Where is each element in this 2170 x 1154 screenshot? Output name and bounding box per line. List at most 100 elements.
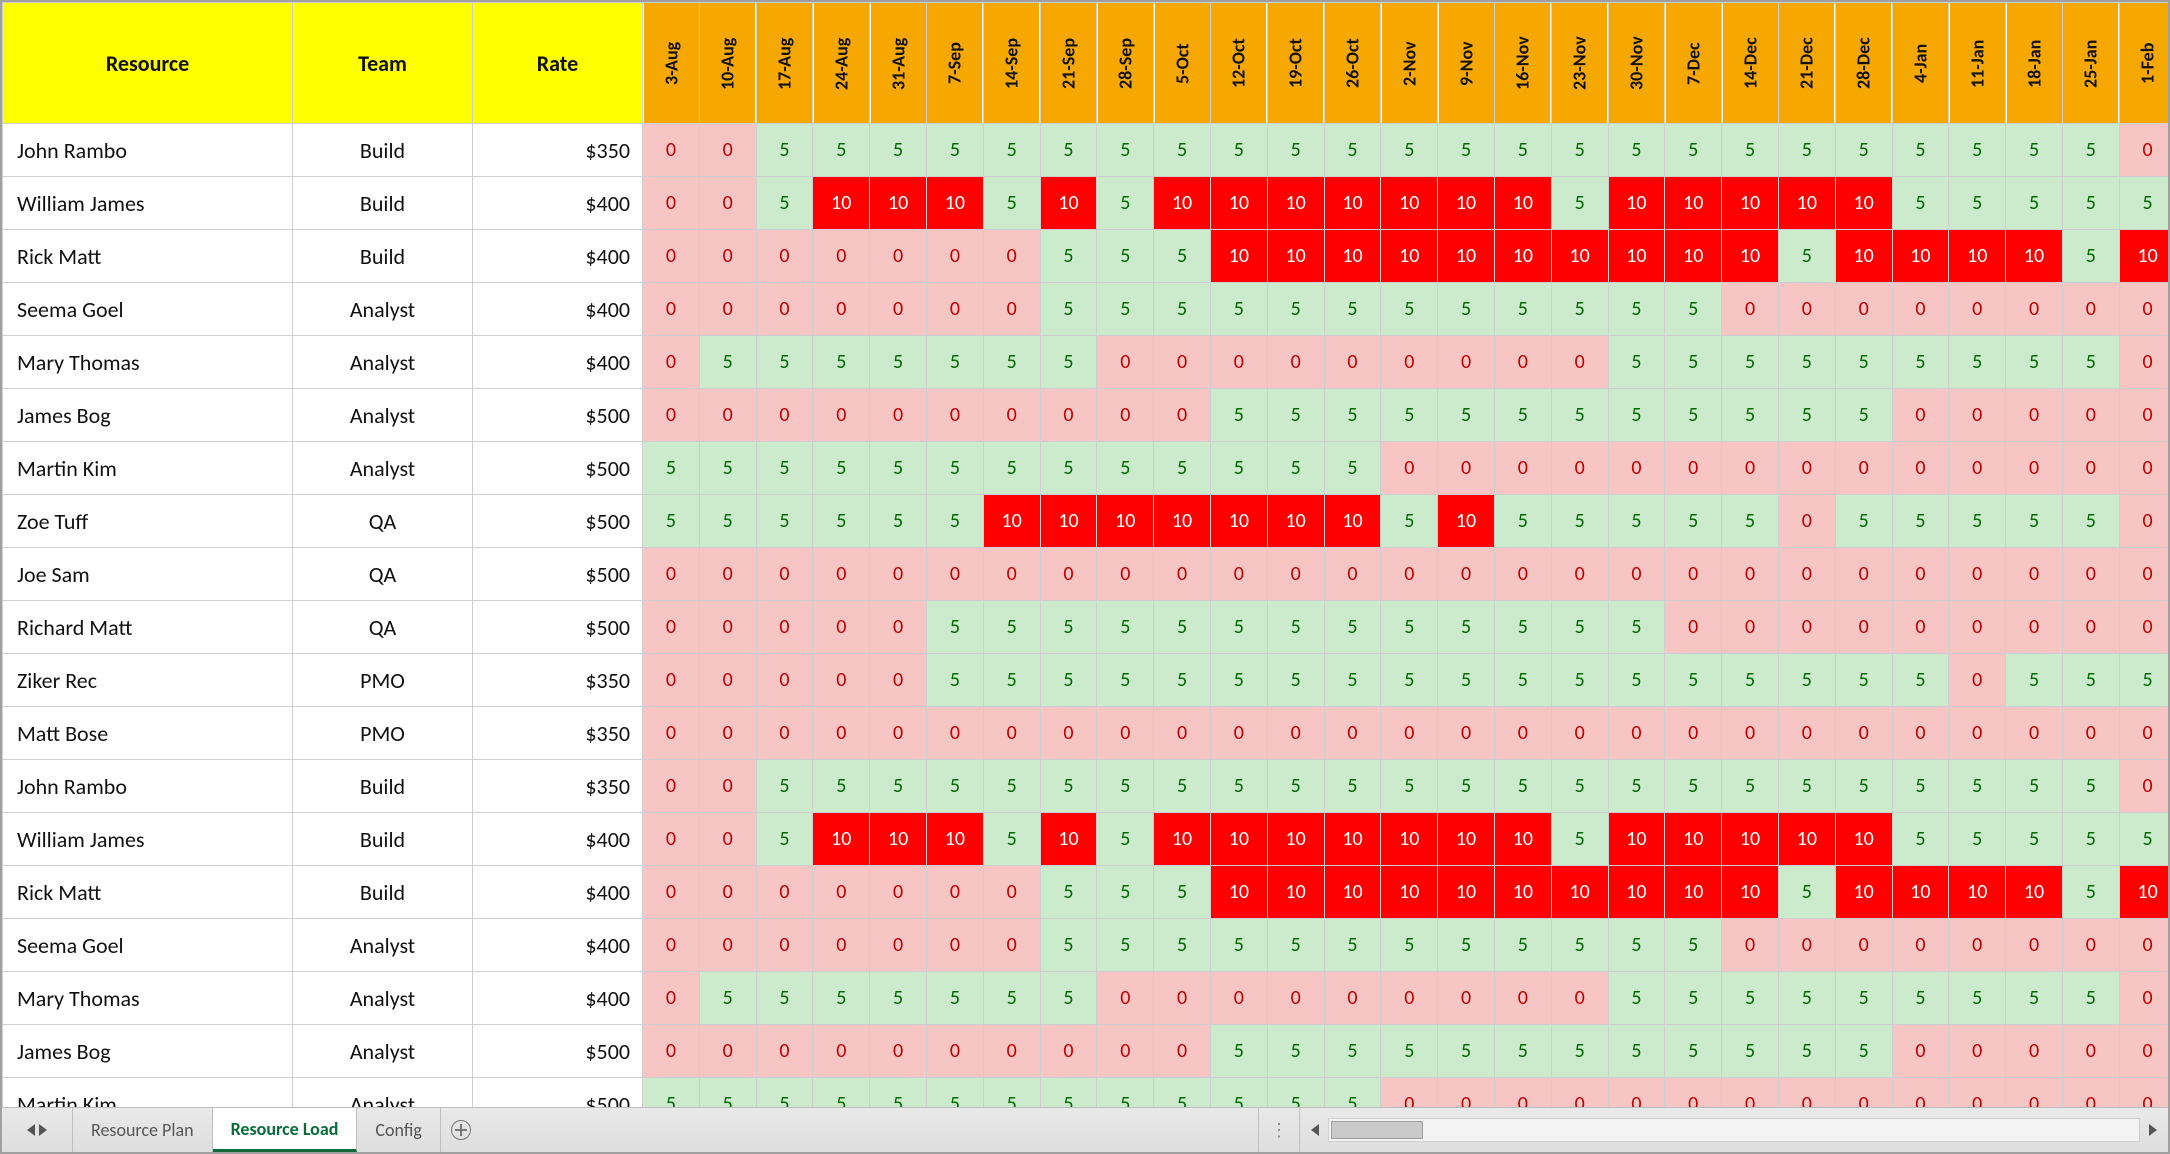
cell-resource[interactable]: William James [3,813,293,866]
cell-value[interactable]: 0 [1267,972,1324,1025]
cell-value[interactable]: 5 [1438,919,1495,972]
cell-value[interactable]: 10 [1210,495,1267,548]
cell-value[interactable]: 5 [813,495,870,548]
cell-value[interactable]: 5 [1381,1025,1438,1078]
cell-value[interactable]: 0 [643,707,700,760]
cell-value[interactable]: 5 [1267,654,1324,707]
cell-value[interactable]: 5 [1722,972,1779,1025]
cell-value[interactable]: 5 [1324,760,1381,813]
cell-value[interactable]: 0 [813,866,870,919]
cell-value[interactable]: 5 [699,495,756,548]
cell-value[interactable]: 0 [643,283,700,336]
cell-value[interactable]: 0 [756,389,813,442]
cell-value[interactable]: 0 [1381,972,1438,1025]
cell-value[interactable]: 5 [1665,760,1722,813]
cell-value[interactable]: 0 [813,1025,870,1078]
cell-rate[interactable]: $400 [473,919,643,972]
cell-value[interactable]: 5 [1040,972,1097,1025]
header-date[interactable]: 17-Aug [756,3,813,124]
cell-value[interactable]: 5 [1040,1078,1097,1110]
cell-value[interactable]: 0 [1324,548,1381,601]
cell-value[interactable]: 0 [870,707,927,760]
cell-value[interactable]: 5 [2062,124,2119,177]
cell-value[interactable]: 10 [1154,495,1211,548]
scroll-track[interactable] [1328,1118,2140,1142]
cell-value[interactable]: 0 [1949,654,2006,707]
cell-value[interactable]: 10 [1267,230,1324,283]
cell-value[interactable]: 0 [2006,283,2063,336]
cell-value[interactable]: 5 [1438,601,1495,654]
cell-value[interactable]: 0 [1438,336,1495,389]
cell-value[interactable]: 10 [1722,177,1779,230]
cell-resource[interactable]: James Bog [3,1025,293,1078]
cell-value[interactable]: 10 [1665,230,1722,283]
cell-value[interactable]: 0 [2119,336,2168,389]
cell-value[interactable]: 5 [1778,124,1835,177]
cell-value[interactable]: 0 [643,654,700,707]
cell-value[interactable]: 10 [1438,495,1495,548]
cell-value[interactable]: 0 [2119,1078,2168,1110]
cell-resource[interactable]: Mary Thomas [3,336,293,389]
cell-value[interactable]: 5 [756,760,813,813]
cell-value[interactable]: 5 [1381,495,1438,548]
cell-value[interactable]: 5 [1665,124,1722,177]
cell-value[interactable]: 10 [1324,495,1381,548]
cell-resource[interactable]: Matt Bose [3,707,293,760]
cell-value[interactable]: 0 [813,601,870,654]
cell-value[interactable]: 0 [1097,336,1154,389]
cell-value[interactable]: 0 [870,389,927,442]
cell-value[interactable]: 0 [870,283,927,336]
cell-value[interactable]: 0 [2062,389,2119,442]
cell-value[interactable]: 5 [1835,124,1892,177]
cell-value[interactable]: 0 [870,919,927,972]
cell-value[interactable]: 0 [1040,548,1097,601]
cell-value[interactable]: 0 [643,124,700,177]
cell-value[interactable]: 5 [1210,442,1267,495]
cell-rate[interactable]: $400 [473,336,643,389]
cell-value[interactable]: 0 [2062,601,2119,654]
cell-value[interactable]: 10 [1892,230,1949,283]
cell-value[interactable]: 10 [2119,230,2168,283]
cell-value[interactable]: 5 [1551,654,1608,707]
cell-value[interactable]: 10 [813,177,870,230]
header-date[interactable]: 2-Nov [1381,3,1438,124]
cell-value[interactable]: 5 [1494,919,1551,972]
cell-value[interactable]: 5 [1324,1078,1381,1110]
cell-value[interactable]: 5 [1608,1025,1665,1078]
cell-value[interactable]: 5 [699,972,756,1025]
cell-rate[interactable]: $350 [473,707,643,760]
cell-value[interactable]: 0 [2119,442,2168,495]
cell-value[interactable]: 5 [1722,760,1779,813]
cell-value[interactable]: 5 [756,336,813,389]
cell-value[interactable]: 0 [1949,548,2006,601]
cell-value[interactable]: 10 [870,177,927,230]
cell-value[interactable]: 0 [1154,707,1211,760]
cell-value[interactable]: 0 [983,230,1040,283]
cell-team[interactable]: Build [293,124,473,177]
cell-rate[interactable]: $400 [473,813,643,866]
cell-value[interactable]: 0 [1949,442,2006,495]
cell-value[interactable]: 0 [1154,972,1211,1025]
cell-value[interactable]: 10 [2006,230,2063,283]
cell-value[interactable]: 5 [2119,813,2168,866]
cell-value[interactable]: 0 [756,283,813,336]
cell-value[interactable]: 5 [813,336,870,389]
cell-value[interactable]: 5 [1154,601,1211,654]
header-date[interactable]: 31-Aug [870,3,927,124]
cell-value[interactable]: 0 [1210,972,1267,1025]
cell-value[interactable]: 0 [1835,548,1892,601]
cell-value[interactable]: 5 [1949,972,2006,1025]
cell-value[interactable]: 5 [1608,601,1665,654]
cell-value[interactable]: 0 [699,283,756,336]
cell-value[interactable]: 10 [1097,495,1154,548]
cell-value[interactable]: 0 [643,760,700,813]
cell-value[interactable]: 5 [813,442,870,495]
cell-value[interactable]: 5 [2062,230,2119,283]
cell-value[interactable]: 0 [870,548,927,601]
header-rate[interactable]: Rate [473,3,643,124]
cell-value[interactable]: 0 [2062,283,2119,336]
header-date[interactable]: 1-Feb [2119,3,2168,124]
cell-value[interactable]: 5 [1210,1025,1267,1078]
cell-value[interactable]: 0 [1210,707,1267,760]
cell-value[interactable]: 5 [1324,1025,1381,1078]
